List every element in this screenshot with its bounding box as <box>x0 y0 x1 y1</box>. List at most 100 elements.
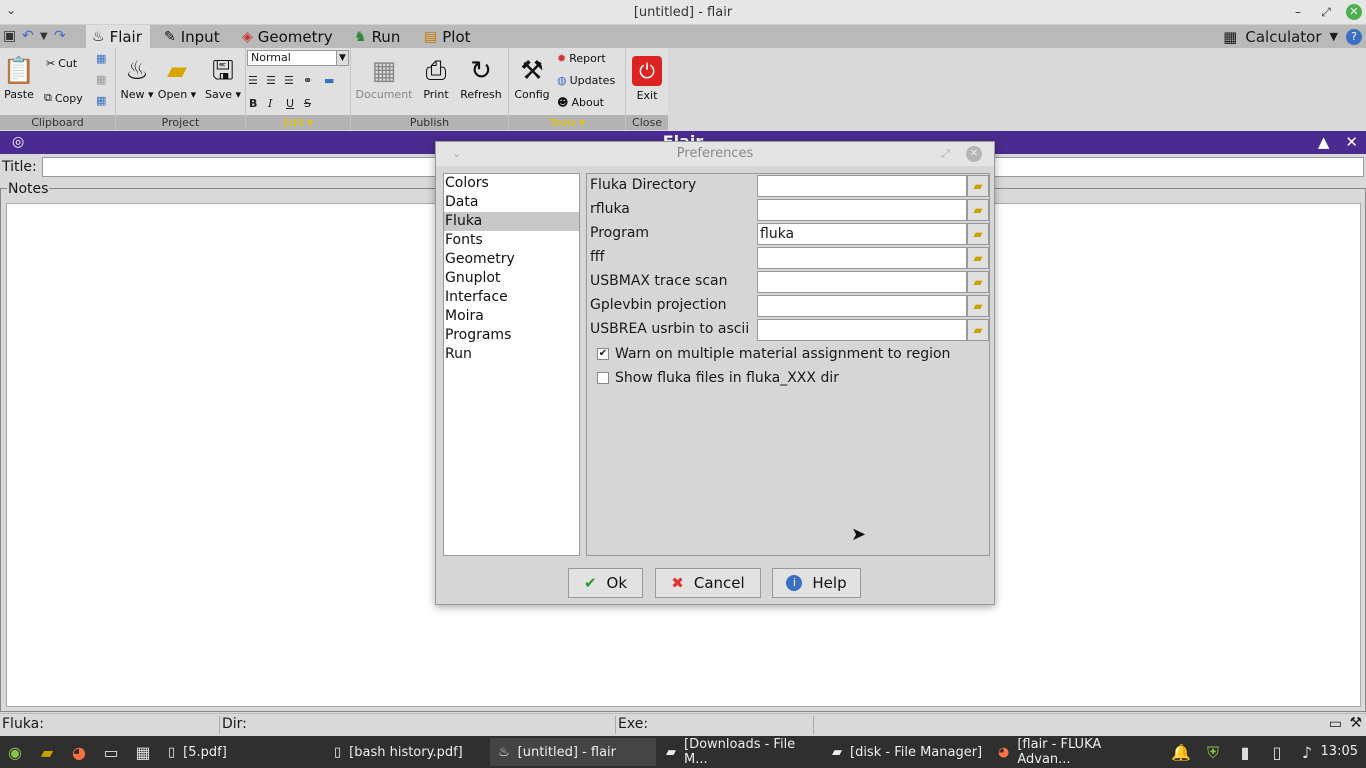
cancel-button[interactable]: ✖ Cancel <box>655 568 761 598</box>
category-colors[interactable]: Colors <box>444 174 579 193</box>
dialog-title: Preferences <box>676 146 754 161</box>
link-icon[interactable]: ⚭ <box>303 74 312 87</box>
tab-run[interactable]: ♞ Run <box>348 25 408 48</box>
italic-icon[interactable]: I <box>268 97 272 110</box>
bell-icon[interactable]: 🔔 <box>1170 742 1192 764</box>
volume-icon[interactable]: ♪ <box>1296 742 1318 764</box>
terminal-launcher-icon[interactable]: ▭ <box>100 742 122 764</box>
document-button[interactable]: ▦ Document <box>353 54 415 101</box>
warn-multiple-material-checkbox[interactable]: ✔ Warn on multiple material assignment t… <box>597 346 950 362</box>
shield-icon[interactable]: ⛨ <box>1202 742 1224 764</box>
fff-input[interactable] <box>757 247 967 269</box>
notes-label: Notes <box>7 181 50 197</box>
firefox-icon[interactable]: ◕ <box>68 742 90 764</box>
edit-label[interactable]: Edit ▾ <box>246 115 350 130</box>
align-left-icon[interactable]: ☰ <box>248 74 258 87</box>
category-geometry[interactable]: Geometry <box>444 250 579 269</box>
paste-button[interactable]: 📋 Paste <box>2 54 36 101</box>
updates-button[interactable]: ◍ Updates <box>557 74 615 87</box>
undo-dropdown-icon[interactable]: ▼ <box>40 31 48 42</box>
dialog-close-icon[interactable]: ✕ <box>966 146 982 162</box>
tab-plot[interactable]: ▤ Plot <box>418 25 479 48</box>
pot-icon: ♨ <box>498 744 510 760</box>
copy-button[interactable]: ⧉ Copy <box>44 91 83 105</box>
cut-button[interactable]: ✂ Cut <box>46 57 77 70</box>
task-item[interactable]: ▰ [Downloads - File M... <box>658 737 822 767</box>
save-quick-icon[interactable]: ▣ <box>3 28 16 44</box>
battery-icon[interactable]: ▯ <box>1266 742 1288 764</box>
folder-open-icon[interactable]: ▰ <box>967 199 989 221</box>
file-manager-icon[interactable]: ▰ <box>36 742 58 764</box>
category-interface[interactable]: Interface <box>444 288 579 307</box>
report-button[interactable]: ✹ Report <box>557 52 606 65</box>
strikethrough-icon[interactable]: S <box>304 97 311 110</box>
category-programs[interactable]: Programs <box>444 326 579 345</box>
folder-open-icon[interactable]: ▰ <box>967 175 989 197</box>
task-item[interactable]: ▯ [5.pdf] <box>160 738 324 766</box>
config-button[interactable]: ⚒ Config <box>513 54 551 101</box>
usbmax-input[interactable] <box>757 271 967 293</box>
category-run[interactable]: Run <box>444 345 579 364</box>
image-icon[interactable]: ▬ <box>324 74 334 87</box>
new-button[interactable]: ♨ New ▾ <box>118 54 156 101</box>
help-button[interactable]: i Help <box>772 568 861 598</box>
calculator-button[interactable]: ▦ Calculator ▼ ? <box>1223 25 1366 48</box>
maximize-icon[interactable]: ⤢ <box>1318 4 1334 20</box>
chevron-down-icon[interactable]: ▼ <box>1330 30 1338 43</box>
minimize-icon[interactable]: – <box>1290 4 1306 20</box>
select-none-icon[interactable]: ▦ <box>96 73 106 86</box>
redo-icon[interactable]: ↷ <box>54 28 66 44</box>
about-button[interactable]: ☻ About <box>557 96 604 109</box>
fluka-directory-input[interactable] <box>757 175 967 197</box>
align-center-icon[interactable]: ☰ <box>266 74 276 87</box>
folder-open-icon[interactable]: ▰ <box>967 319 989 341</box>
tab-flair[interactable]: ♨ Flair <box>86 25 150 48</box>
select-all-icon[interactable]: ▦ <box>96 52 106 65</box>
align-right-icon[interactable]: ☰ <box>284 74 294 87</box>
network-icon[interactable]: ▮ <box>1234 742 1256 764</box>
open-button[interactable]: ▰ Open ▾ <box>156 54 198 101</box>
underline-icon[interactable]: U <box>286 97 294 110</box>
tools-icon[interactable]: ⚒ <box>1349 715 1362 731</box>
folder-open-icon[interactable]: ▰ <box>967 271 989 293</box>
close-window-icon[interactable]: ✕ <box>1346 4 1362 20</box>
close-frame-icon[interactable]: ✕ <box>1345 133 1358 151</box>
show-fluka-files-checkbox[interactable]: Show fluka files in fluka_XXX dir <box>597 370 839 386</box>
ok-button[interactable]: ✔ Ok <box>568 568 643 598</box>
category-fonts[interactable]: Fonts <box>444 231 579 250</box>
gplevbin-input[interactable] <box>757 295 967 317</box>
dialog-menu-icon[interactable]: ⌄ <box>452 142 461 166</box>
tools-label[interactable]: Tools ▾ <box>509 115 625 130</box>
folder-open-icon[interactable]: ▰ <box>967 247 989 269</box>
style-select[interactable]: Normal ▼ <box>247 50 349 66</box>
dialog-maximize-icon[interactable]: ⤢ <box>941 142 950 166</box>
refresh-button[interactable]: ↻ Refresh <box>457 54 505 101</box>
print-button[interactable]: ⎙ Print <box>419 54 453 101</box>
category-data[interactable]: Data <box>444 193 579 212</box>
task-item[interactable]: ▯ [bash history.pdf] <box>326 738 488 766</box>
help-icon[interactable]: ? <box>1346 28 1362 45</box>
usbrea-input[interactable] <box>757 319 967 341</box>
tab-geometry[interactable]: ◈ Geometry <box>236 25 341 48</box>
category-fluka[interactable]: Fluka <box>444 212 579 231</box>
rfluka-input[interactable] <box>757 199 967 221</box>
exit-button[interactable]: ⏻ Exit <box>629 56 665 102</box>
task-item[interactable]: ▰ [disk - File Manager] <box>824 738 988 766</box>
category-gnuplot[interactable]: Gnuplot <box>444 269 579 288</box>
terminal-icon[interactable]: ▭ <box>1329 716 1342 732</box>
tab-input[interactable]: ✎ Input <box>158 25 228 48</box>
save-button[interactable]: 🖫 Save ▾ <box>202 54 244 101</box>
folder-open-icon[interactable]: ▰ <box>967 295 989 317</box>
folder-icon: ▰ <box>832 744 842 760</box>
collapse-icon[interactable]: ▲ <box>1318 133 1330 151</box>
bold-icon[interactable]: B <box>249 97 257 110</box>
calculator-launcher-icon[interactable]: ▦ <box>132 742 154 764</box>
category-moira[interactable]: Moira <box>444 307 579 326</box>
task-item[interactable]: ◕ [flair - FLUKA Advan... <box>990 737 1154 767</box>
menu-icon[interactable]: ◉ <box>4 742 26 764</box>
program-input[interactable]: fluka <box>757 223 967 245</box>
task-item-active[interactable]: ♨ [untitled] - flair <box>490 738 656 766</box>
folder-open-icon[interactable]: ▰ <box>967 223 989 245</box>
select-invert-icon[interactable]: ▦ <box>96 94 106 107</box>
undo-icon[interactable]: ↶ <box>22 28 34 44</box>
